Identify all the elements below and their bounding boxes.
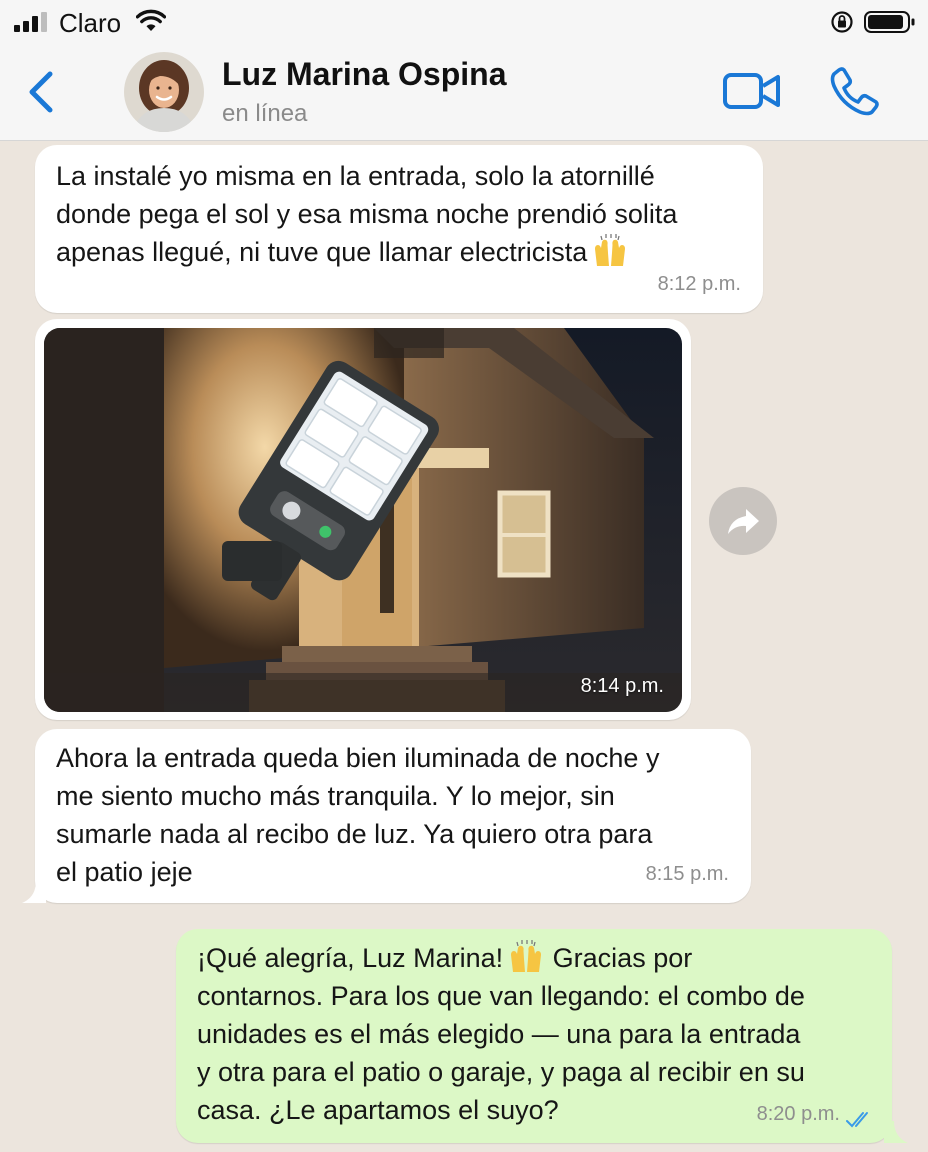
chevron-left-icon[interactable] [26,68,56,116]
incoming-message[interactable]: Ahora la entrada queda bien iluminada de… [35,729,751,903]
wifi-icon [136,9,166,31]
status-bar: Claro [0,0,928,44]
rotation-lock-icon [831,11,853,33]
carrier-label: Claro [59,8,122,38]
message-time: 8:12 p.m. [657,273,741,295]
battery-icon [864,11,915,33]
double-check-read-icon [846,1112,868,1128]
bubble-tail [884,1121,908,1143]
message-time: 8:20 p.m. [756,1103,840,1125]
incoming-message[interactable]: La instalé yo misma en la entrada, solo … [35,145,763,313]
chat-header: Luz Marina Ospina en línea [0,44,928,141]
phone-icon[interactable] [830,66,880,116]
forward-arrow-icon [728,509,759,534]
forward-button[interactable] [709,487,777,555]
signal-bars-icon [14,12,47,32]
chat-area: La instalé yo misma en la entrada, solo … [0,141,928,1152]
outgoing-message[interactable]: ¡Qué alegría, Luz Marina! Gracias por co… [176,929,892,1143]
contact-status: en línea [222,100,308,127]
raising-hands-emoji [511,940,542,972]
video-camera-icon[interactable] [722,70,782,112]
message-text: Ahora la entrada queda bien iluminada de… [56,743,660,887]
avatar[interactable] [124,52,204,132]
message-time: 8:15 p.m. [645,863,729,885]
incoming-image-message[interactable]: 8:14 p.m. [35,319,691,720]
raising-hands-emoji [595,234,626,266]
image-time: 8:14 p.m. [580,675,664,697]
contact-name[interactable]: Luz Marina Ospina [222,56,506,93]
bubble-tail [22,881,46,903]
solar-wall-lamp-photo[interactable]: 8:14 p.m. [44,328,682,712]
message-text: La instalé yo misma en la entrada, solo … [56,161,678,267]
